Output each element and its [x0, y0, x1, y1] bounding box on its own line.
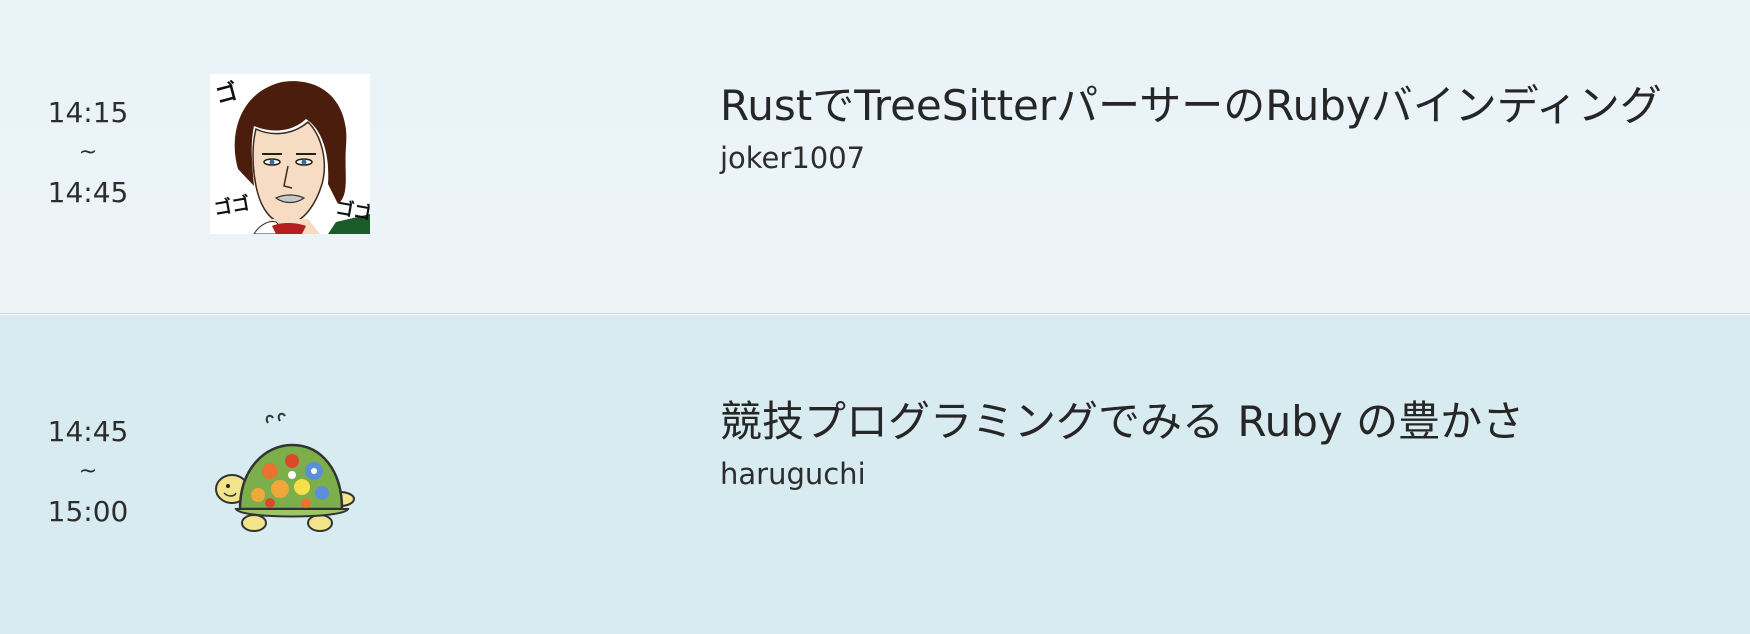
- session-time: 14:15 ~ 14:45: [32, 93, 144, 213]
- session-time: 14:45 ~ 15:00: [32, 412, 144, 532]
- session-row[interactable]: 14:45 ~ 15:00 競技プログラミングでみる Ruby の豊かさ har…: [0, 315, 1750, 634]
- time-separator: ~: [78, 140, 98, 165]
- start-time: 14:15: [47, 96, 129, 129]
- talk-title[interactable]: RustでTreeSitterパーサーのRubyバインディング: [720, 78, 1662, 134]
- speaker-name[interactable]: haruguchi: [720, 454, 1524, 494]
- end-time: 15:00: [47, 495, 129, 528]
- time-separator: ~: [78, 459, 98, 484]
- manga-portrait-avatar-icon: ゴ ゴゴ ゴゴ: [210, 74, 373, 235]
- speaker-avatar: [210, 409, 370, 569]
- turtle-avatar-icon: [215, 412, 355, 532]
- start-time: 14:45: [47, 415, 129, 448]
- speaker-avatar: ゴ ゴゴ ゴゴ: [210, 74, 373, 235]
- talk-info: RustでTreeSitterパーサーのRubyバインディング joker100…: [720, 78, 1662, 178]
- end-time: 14:45: [47, 176, 129, 209]
- session-schedule: 14:15 ~ 14:45 ゴ ゴゴ ゴゴ RustでTreeSitterパーサ…: [0, 0, 1750, 634]
- talk-title[interactable]: 競技プログラミングでみる Ruby の豊かさ: [720, 394, 1524, 450]
- talk-info: 競技プログラミングでみる Ruby の豊かさ haruguchi: [720, 394, 1524, 494]
- speaker-name[interactable]: joker1007: [720, 138, 1662, 178]
- session-row[interactable]: 14:15 ~ 14:45 ゴ ゴゴ ゴゴ RustでTreeSitterパーサ…: [0, 0, 1750, 314]
